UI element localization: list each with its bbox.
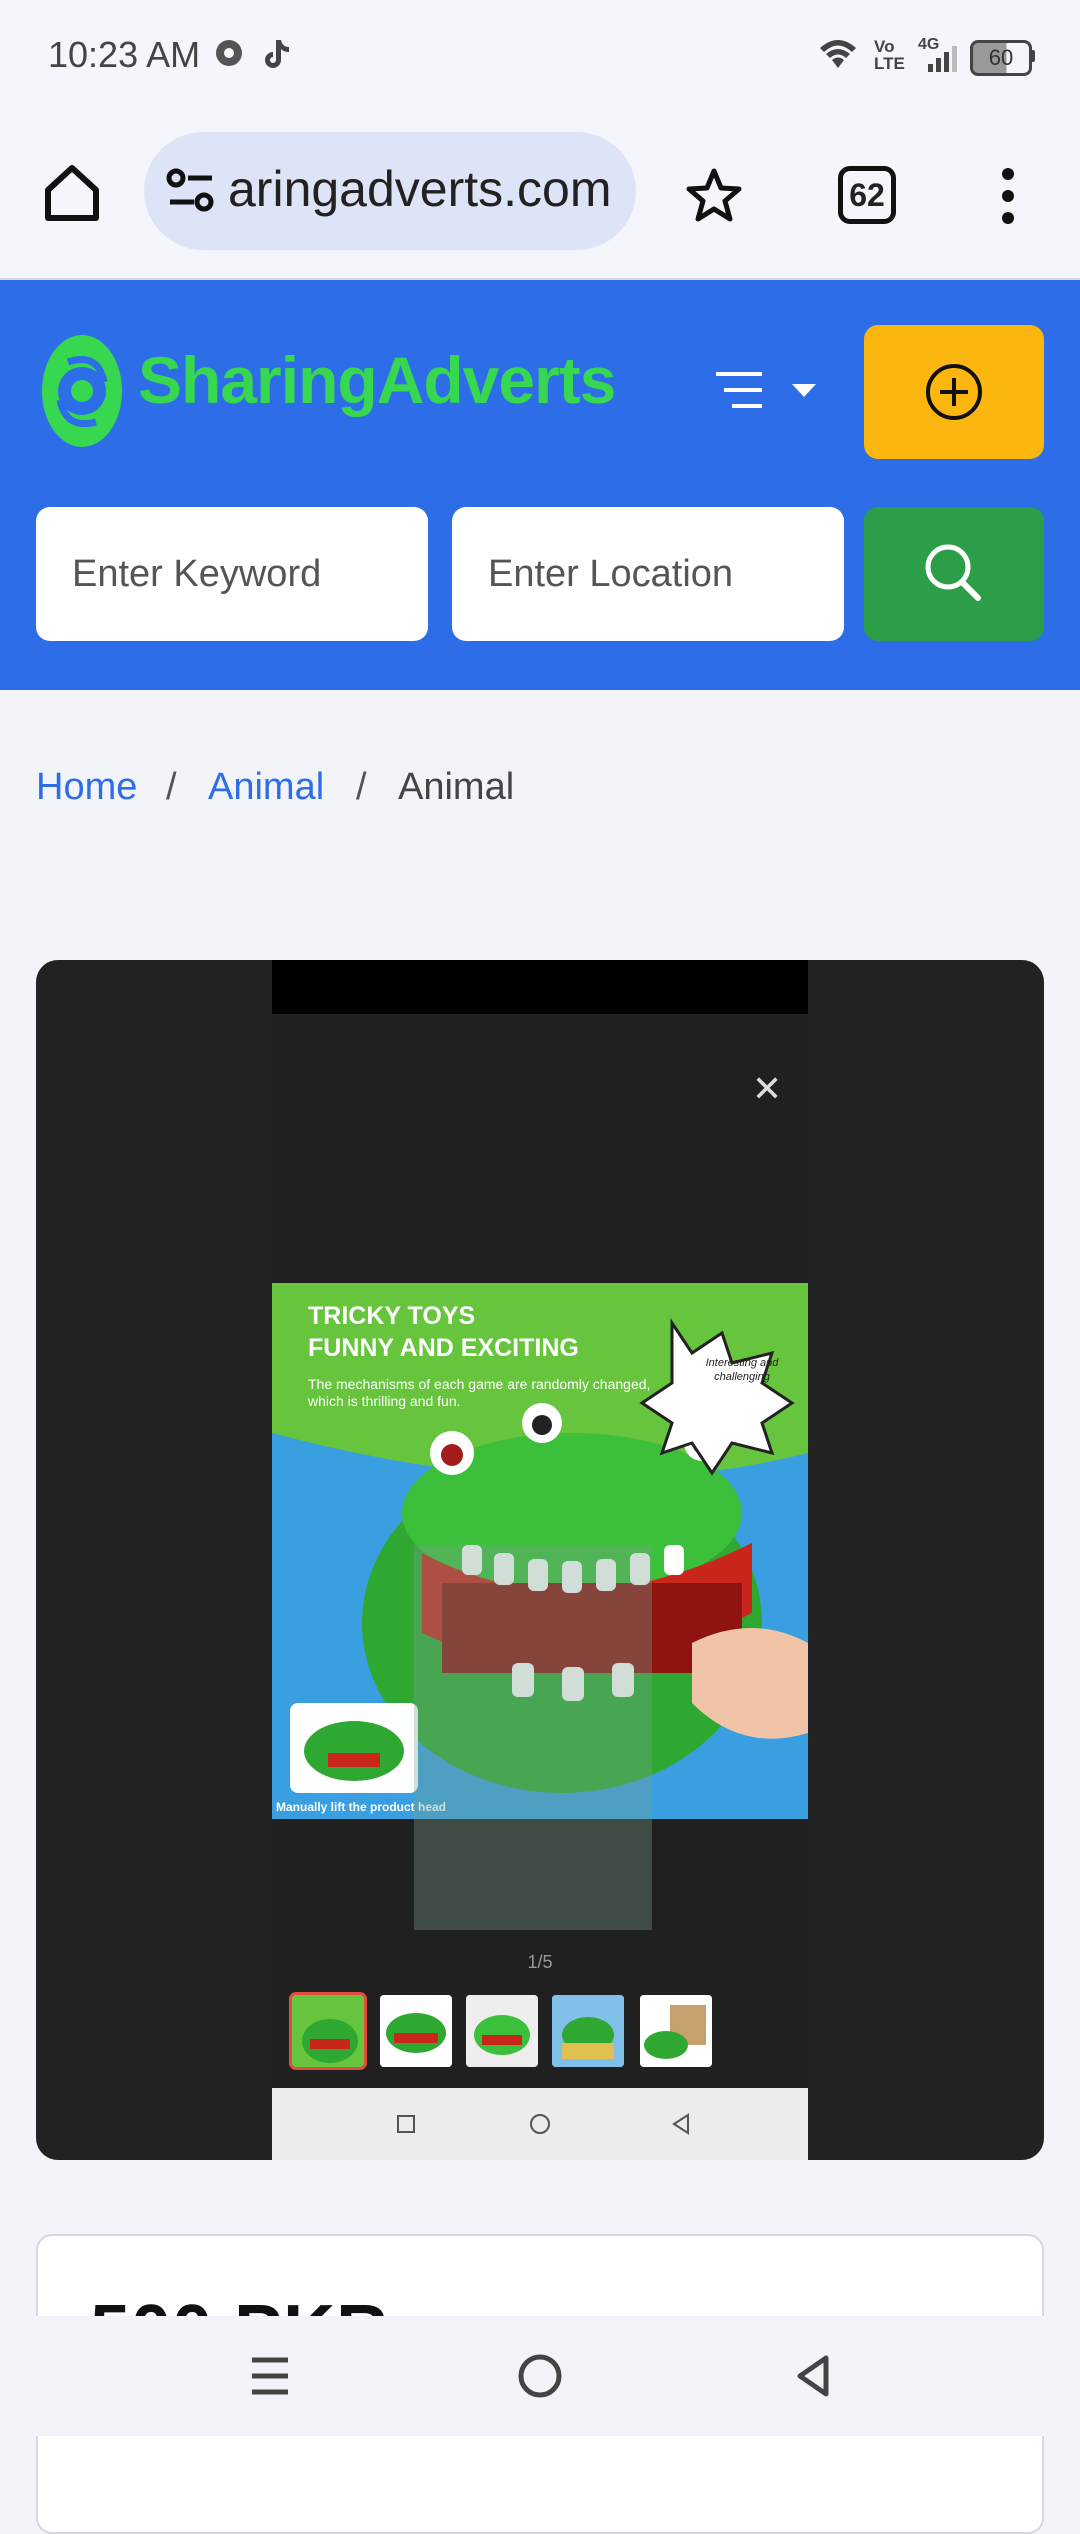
recent-apps-icon bbox=[252, 2357, 288, 2395]
gallery-screenshot-navbar bbox=[272, 2088, 808, 2160]
breadcrumb-home-link[interactable]: Home bbox=[36, 766, 137, 809]
gallery-screenshot-statusbar bbox=[272, 960, 808, 1014]
breadcrumb-separator: / bbox=[166, 766, 177, 808]
gallery-thumbnail[interactable] bbox=[289, 1992, 367, 2070]
location-input[interactable] bbox=[452, 507, 844, 641]
chrome-notification-icon bbox=[214, 38, 244, 73]
signal-icon bbox=[926, 44, 960, 79]
menu-toggle-icon[interactable] bbox=[714, 370, 824, 415]
breadcrumb-separator: / bbox=[356, 766, 367, 808]
site-settings-icon[interactable] bbox=[166, 168, 216, 219]
home-nav-icon bbox=[518, 2354, 562, 2398]
photo-badge: Interesting and challenging bbox=[705, 1357, 779, 1383]
tiktok-notification-icon bbox=[262, 38, 292, 75]
plus-circle-icon bbox=[926, 364, 982, 420]
home-icon[interactable] bbox=[40, 160, 104, 229]
photo-title-line-2: FUNNY AND EXCITING bbox=[308, 1334, 579, 1362]
gallery-thumbnail[interactable] bbox=[640, 1995, 712, 2067]
tab-switcher-button[interactable]: 62 bbox=[838, 166, 896, 224]
photo-subtitle: The mechanisms of each game are randomly… bbox=[308, 1376, 651, 1409]
close-icon[interactable]: ✕ bbox=[752, 1068, 782, 1110]
gallery-thumbnail[interactable] bbox=[466, 1995, 538, 2067]
search-button[interactable] bbox=[864, 507, 1044, 641]
photo-title-line-1: TRICKY TOYS bbox=[308, 1302, 476, 1330]
breadcrumb-category-link[interactable]: Animal bbox=[208, 766, 324, 809]
site-logo-text[interactable]: SharingAdverts bbox=[138, 342, 616, 418]
gallery-thumbnail[interactable] bbox=[380, 1995, 452, 2067]
status-time: 10:23 AM bbox=[48, 34, 201, 75]
back-nav-icon bbox=[797, 2355, 829, 2397]
more-menu-icon[interactable] bbox=[996, 166, 1020, 231]
keyword-input[interactable] bbox=[36, 507, 428, 641]
search-icon bbox=[925, 544, 981, 601]
system-navigation-bar bbox=[0, 2316, 1080, 2436]
volte-indicator: Vo LTE bbox=[874, 37, 905, 73]
battery-indicator: 60 bbox=[970, 40, 1032, 76]
gallery-thumbnail[interactable] bbox=[552, 1995, 624, 2067]
image-counter: 1/5 bbox=[527, 1952, 553, 1972]
bookmark-star-icon[interactable] bbox=[684, 166, 744, 231]
overlay-preview bbox=[414, 1545, 652, 1930]
battery-tip bbox=[1030, 50, 1035, 62]
site-logo-icon[interactable] bbox=[38, 332, 126, 455]
post-ad-button[interactable] bbox=[864, 325, 1044, 459]
wifi-icon bbox=[818, 36, 858, 77]
url-text[interactable]: aringadverts.com bbox=[228, 160, 628, 218]
breadcrumb-current: Animal bbox=[398, 766, 515, 808]
